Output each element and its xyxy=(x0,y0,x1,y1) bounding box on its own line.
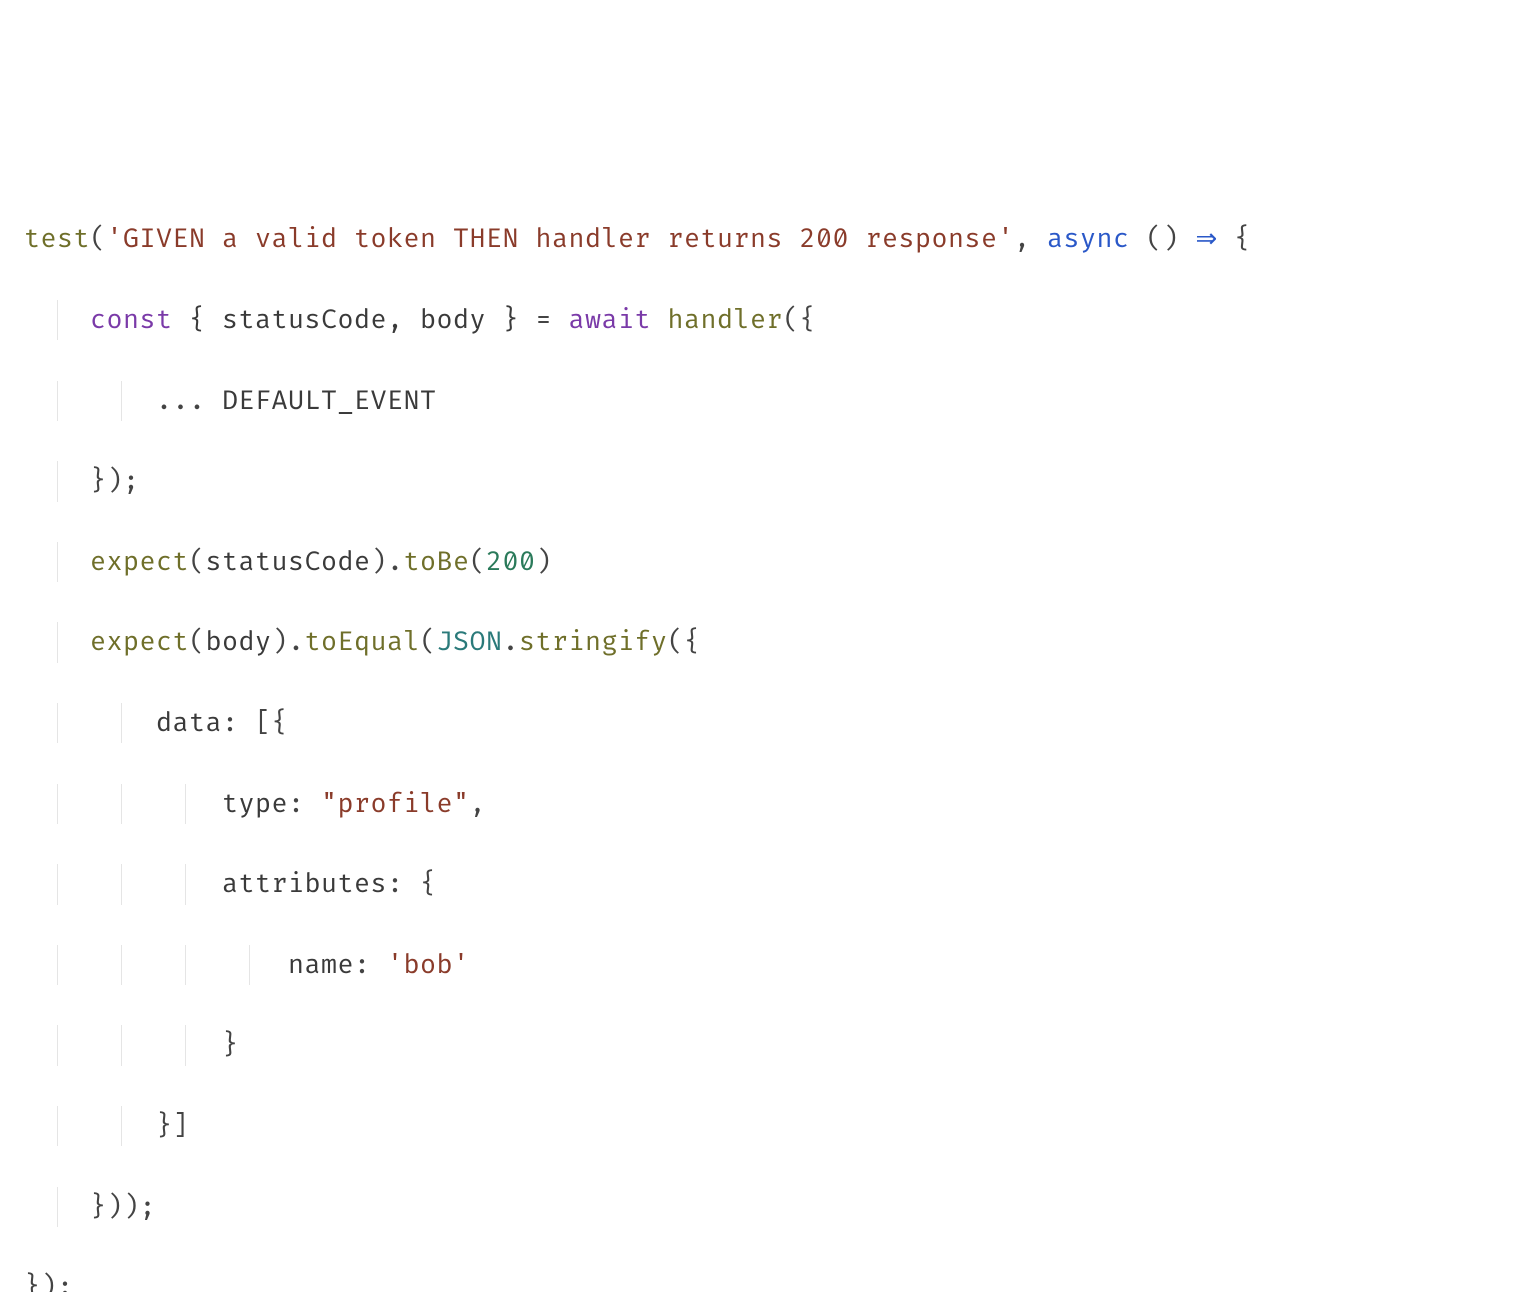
token-function: expect xyxy=(90,626,189,658)
indent-guide xyxy=(57,300,58,340)
token-constant: DEFAULT_EVENT xyxy=(222,385,437,417)
code-line: })); xyxy=(24,1187,1490,1227)
token-property: data xyxy=(156,707,222,739)
token-punct: { xyxy=(1234,223,1251,255)
token-keyword-await: await xyxy=(569,304,652,336)
token-variable: statusCode xyxy=(206,546,371,578)
token-punct: () xyxy=(1146,223,1179,255)
token-function: toBe xyxy=(404,546,470,578)
token-punct: })); xyxy=(90,1191,156,1223)
token-punct: }); xyxy=(24,1271,74,1292)
code-line: }] xyxy=(24,1106,1490,1146)
token-function: handler xyxy=(668,304,784,336)
token-punct: , xyxy=(1014,223,1047,255)
indent-guide xyxy=(249,945,250,985)
token-number: 200 xyxy=(486,546,536,578)
token-property: attributes xyxy=(222,868,387,900)
token-keyword-async: async xyxy=(1047,223,1130,255)
token-punct: : xyxy=(354,949,387,981)
token-punct: = xyxy=(519,304,569,336)
token-destructure: { statusCode, body } xyxy=(189,304,519,336)
token-spread: ... xyxy=(156,385,222,417)
token-punct: , xyxy=(470,788,487,820)
token-keyword-const: const xyxy=(90,304,173,336)
indent-guide xyxy=(57,945,58,985)
token-punct: ( xyxy=(90,223,107,255)
token-function: toEqual xyxy=(305,626,421,658)
token-punct: ({ xyxy=(783,304,816,336)
token-string: 'bob' xyxy=(387,949,470,981)
indent-guide xyxy=(57,1187,58,1227)
indent-guide xyxy=(121,784,122,824)
indent-guide xyxy=(121,703,122,743)
code-line: data: [{ xyxy=(24,703,1490,743)
token-string: "profile" xyxy=(321,788,470,820)
token-property: name xyxy=(288,949,354,981)
indent-guide xyxy=(185,784,186,824)
indent-guide xyxy=(57,622,58,662)
token-punct: ({ xyxy=(668,626,701,658)
code-line: const { statusCode, body } = await handl… xyxy=(24,300,1490,340)
token-function: expect xyxy=(90,546,189,578)
token-punct: ). xyxy=(371,546,404,578)
token-string: 'GIVEN a valid token THEN handler return… xyxy=(107,223,1015,255)
indent-guide xyxy=(185,864,186,904)
token-property: type xyxy=(222,788,288,820)
code-line: expect(statusCode).toBe(200) xyxy=(24,542,1490,582)
token-punct: ( xyxy=(420,626,437,658)
indent-guide xyxy=(57,1025,58,1065)
indent-guide xyxy=(57,381,58,421)
token-punct: }); xyxy=(90,465,140,497)
indent-guide xyxy=(121,864,122,904)
token-punct: ) xyxy=(536,546,553,578)
indent-guide xyxy=(57,461,58,501)
code-line: type: "profile", xyxy=(24,784,1490,824)
token-punct: ( xyxy=(189,546,206,578)
code-line: test('GIVEN a valid token THEN handler r… xyxy=(24,219,1490,259)
code-line: }); xyxy=(24,1267,1490,1292)
code-line: ... DEFAULT_EVENT xyxy=(24,381,1490,421)
token-punct: : { xyxy=(387,868,437,900)
indent-guide xyxy=(121,945,122,985)
code-line: name: 'bob' xyxy=(24,945,1490,985)
indent-guide xyxy=(121,381,122,421)
code-line: } xyxy=(24,1025,1490,1065)
token-variable: body xyxy=(206,626,272,658)
indent-guide xyxy=(185,1025,186,1065)
token-punct: : [{ xyxy=(222,707,288,739)
indent-guide xyxy=(185,945,186,985)
indent-guide xyxy=(121,1025,122,1065)
token-class: JSON xyxy=(437,626,503,658)
indent-guide xyxy=(57,864,58,904)
indent-guide xyxy=(121,1106,122,1146)
token-punct: ( xyxy=(470,546,487,578)
token-punct: }] xyxy=(156,1110,189,1142)
token-punct: : xyxy=(288,788,321,820)
code-block: test('GIVEN a valid token THEN handler r… xyxy=(24,179,1490,1292)
code-line: attributes: { xyxy=(24,864,1490,904)
token-function: stringify xyxy=(519,626,668,658)
token-arrow: ⇒ xyxy=(1196,223,1218,255)
indent-guide xyxy=(57,703,58,743)
indent-guide xyxy=(57,784,58,824)
token-function: test xyxy=(24,223,90,255)
token-punct: ). xyxy=(272,626,305,658)
indent-guide xyxy=(57,1106,58,1146)
code-line: expect(body).toEqual(JSON.stringify({ xyxy=(24,622,1490,662)
indent-guide xyxy=(57,542,58,582)
token-punct: ( xyxy=(189,626,206,658)
token-punct: } xyxy=(222,1029,239,1061)
code-line: }); xyxy=(24,461,1490,501)
token-punct: . xyxy=(503,626,520,658)
